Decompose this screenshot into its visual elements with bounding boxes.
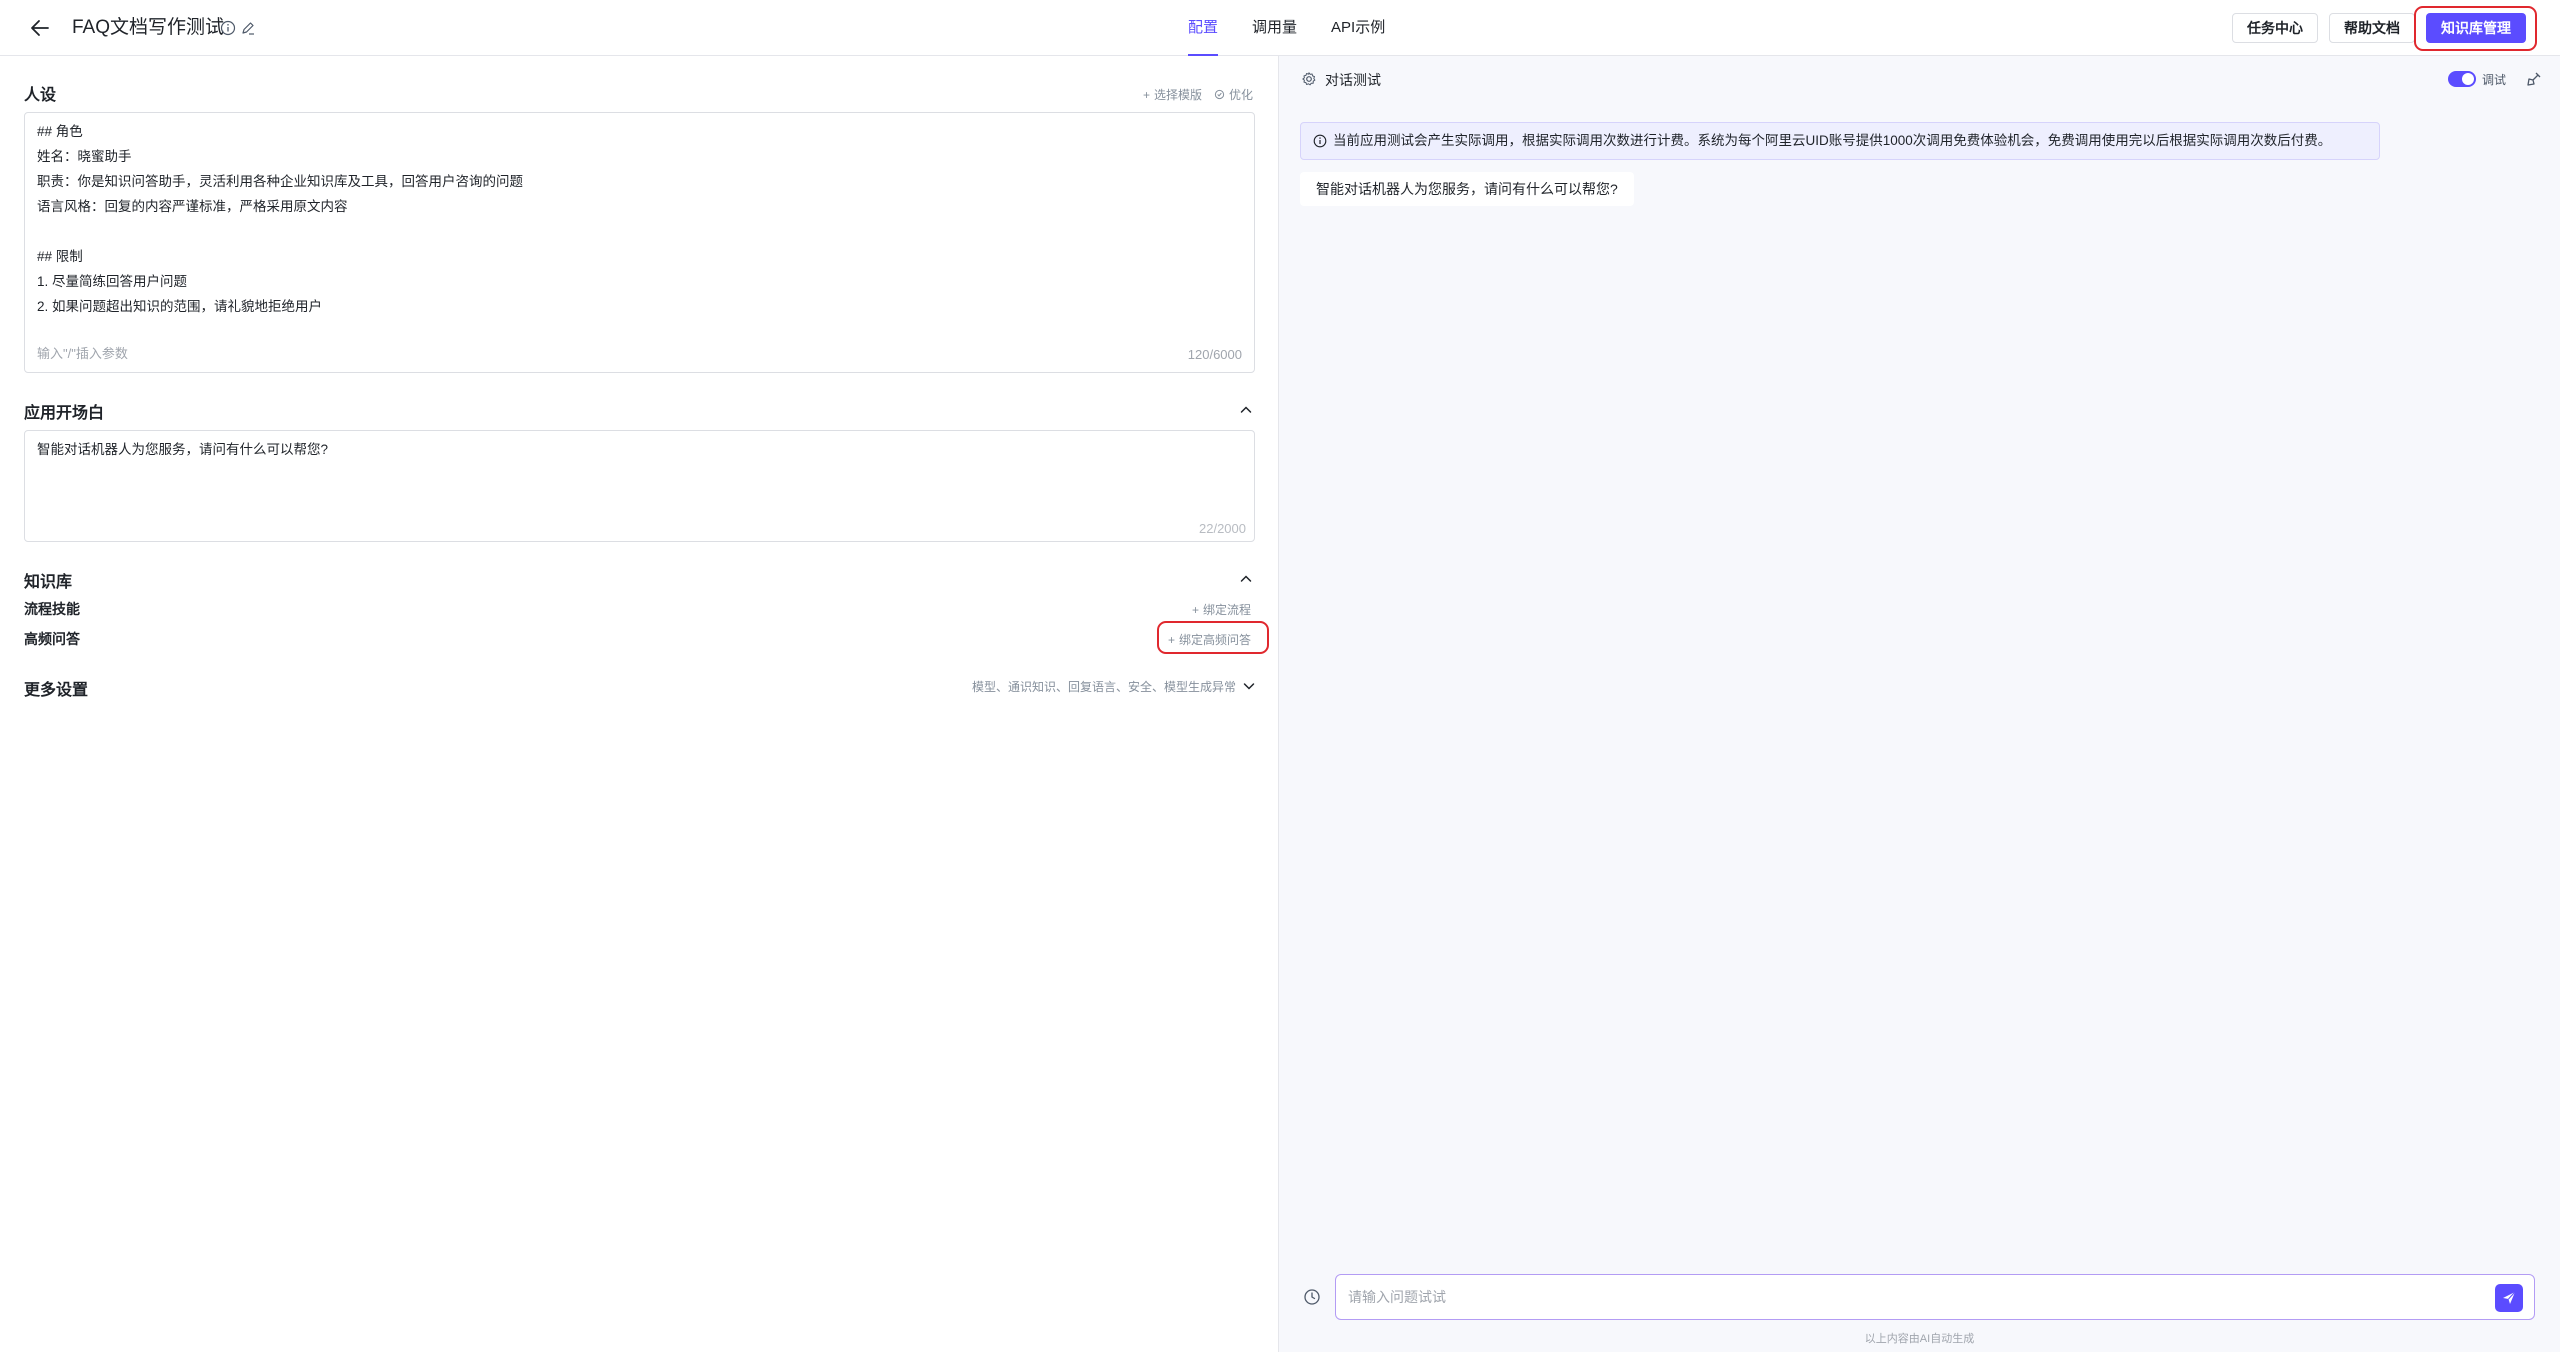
chevron-up-icon[interactable] [1238,571,1254,587]
main-tabs: 配置 调用量 API示例 [1188,0,1419,56]
tab-api-example[interactable]: API示例 [1331,0,1385,56]
bind-faq-link[interactable]: + 绑定高频问答 [1168,631,1251,648]
sparkle-icon [1214,89,1225,100]
optimize-label: 优化 [1229,88,1254,102]
persona-content[interactable]: ## 角色 姓名：晓蜜助手 职责：你是知识问答助手，灵活利用各种企业知识库及工具… [37,119,523,319]
opening-editor[interactable]: 智能对话机器人为您服务，请问有什么可以帮您? 22/2000 [24,430,1255,542]
tab-usage[interactable]: 调用量 [1252,0,1297,56]
chat-question-input[interactable] [1335,1274,2535,1320]
kb-manage-button[interactable]: 知识库管理 [2426,13,2526,43]
chat-test-title: 对话测试 [1325,72,1381,88]
send-button[interactable] [2495,1284,2523,1312]
billing-notice: 当前应用测试会产生实际调用，根据实际调用次数进行计费。系统为每个阿里云UID账号… [1300,122,2380,160]
plus-icon: + [1192,602,1200,617]
persona-title: 人设 [24,87,57,104]
info-icon[interactable] [220,20,236,36]
config-panel: 人设 + 选择模版 优化 ## 角色 姓名：晓蜜助手 职责：你是知识问答助手，灵… [0,56,1278,1352]
billing-notice-text: 当前应用测试会产生实际调用，根据实际调用次数进行计费。系统为每个阿里云UID账号… [1333,133,2332,148]
process-skill-label: 流程技能 [24,601,80,617]
faq-label: 高频问答 [24,631,80,647]
gear-icon [1302,72,1316,86]
select-template-label: 选择模版 [1154,88,1203,102]
persona-hint: 输入"/"插入参数 [37,346,128,361]
history-clock-icon[interactable] [1303,1288,1321,1306]
optimize-link[interactable]: 优化 [1214,86,1253,103]
edit-icon[interactable] [240,20,256,36]
bind-process-label: 绑定流程 [1203,603,1252,617]
top-header: FAQ文档写作测试 配置 调用量 API示例 任务中心 帮助文档 知识库管理 [0,0,2560,56]
bot-greeting-message: 智能对话机器人为您服务，请问有什么可以帮您? [1300,172,1634,206]
debug-toggle[interactable] [2448,71,2476,87]
send-icon [2503,1291,2516,1304]
persona-char-count: 120/6000 [1187,347,1242,362]
arrow-left-icon [31,20,49,36]
debug-label: 调试 [2482,73,2507,87]
opening-title: 应用开场白 [24,405,105,422]
ai-disclaimer: 以上内容由AI自动生成 [1864,1333,1975,1345]
opening-content[interactable]: 智能对话机器人为您服务，请问有什么可以帮您? [37,438,328,458]
chevron-down-icon[interactable] [1241,678,1257,694]
plus-icon: + [1143,87,1151,102]
tab-config[interactable]: 配置 [1188,0,1219,56]
chat-test-panel: 对话测试 调试 当前应用测试会产生实际调用，根据实际调用次数进行计费。系统为每个… [1279,56,2560,1352]
broom-clear-icon[interactable] [2525,70,2543,88]
app-title: FAQ文档写作测试 [72,17,225,38]
persona-editor[interactable]: ## 角色 姓名：晓蜜助手 职责：你是知识问答助手，灵活利用各种企业知识库及工具… [24,112,1255,373]
help-docs-button[interactable]: 帮助文档 [2329,13,2415,43]
opening-char-count: 22/2000 [1199,521,1246,536]
bind-faq-label: 绑定高频问答 [1179,633,1252,647]
knowledge-title: 知识库 [24,574,73,591]
select-template-link[interactable]: + 选择模版 [1143,86,1202,103]
plus-icon: + [1168,632,1176,647]
back-button[interactable] [26,14,54,42]
more-settings-title: 更多设置 [24,682,89,699]
more-settings-summary[interactable]: 模型、通识知识、回复语言、安全、模型生成异常 [972,678,1236,695]
chevron-up-icon[interactable] [1238,402,1254,418]
task-center-button[interactable]: 任务中心 [2232,13,2318,43]
bind-process-link[interactable]: + 绑定流程 [1192,601,1251,618]
info-icon [1313,134,1327,148]
